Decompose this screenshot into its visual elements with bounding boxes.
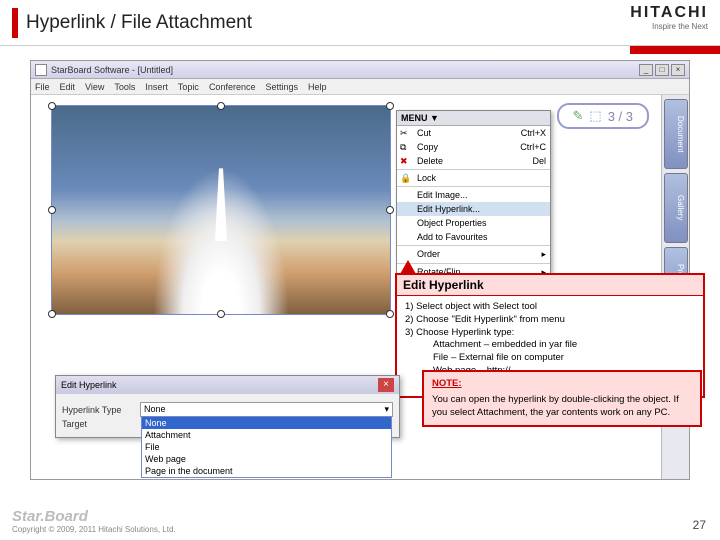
menu-settings[interactable]: Settings bbox=[265, 82, 298, 92]
edit-hyperlink-dialog: Edit Hyperlink × Hyperlink Type None ▾ No… bbox=[55, 375, 400, 438]
ctx-add-favourites[interactable]: Add to Favourites bbox=[397, 230, 550, 244]
menu-help[interactable]: Help bbox=[308, 82, 327, 92]
resize-handle[interactable] bbox=[386, 102, 394, 110]
slide-title-bar: Hyperlink / File Attachment bbox=[0, 0, 720, 46]
footer-brand: Star.Board bbox=[12, 508, 176, 525]
ctx-delete[interactable]: ✖DeleteDel bbox=[397, 154, 550, 168]
option-attachment[interactable]: Attachment bbox=[142, 429, 391, 441]
resize-handle[interactable] bbox=[48, 102, 56, 110]
resize-handle[interactable] bbox=[48, 206, 56, 214]
callout-title: Edit Hyperlink bbox=[397, 275, 703, 296]
menu-edit[interactable]: Edit bbox=[60, 82, 76, 92]
context-menu: MENU ▼ ✂CutCtrl+X ⧉CopyCtrl+C ✖DeleteDel… bbox=[396, 110, 551, 281]
label-target: Target bbox=[62, 419, 132, 429]
note-title: NOTE: bbox=[432, 378, 692, 391]
option-page[interactable]: Page in the document bbox=[142, 465, 391, 477]
resize-handle[interactable] bbox=[386, 206, 394, 214]
separator bbox=[397, 169, 550, 170]
step-2: 2) Choose "Edit Hyperlink" from menu bbox=[405, 314, 695, 327]
type-file: File – External file on computer bbox=[433, 352, 695, 365]
select-value: None bbox=[144, 404, 166, 414]
slide-title: Hyperlink / File Attachment bbox=[26, 12, 252, 34]
hyperlink-type-select[interactable]: None▾ None Attachment File Web page Page… bbox=[140, 402, 393, 417]
side-tab-document[interactable]: Document bbox=[664, 99, 688, 169]
ctx-lock[interactable]: 🔒Lock bbox=[397, 171, 550, 185]
slide-number: 27 bbox=[693, 518, 706, 532]
delete-icon: ✖ bbox=[400, 156, 411, 167]
menu-insert[interactable]: Insert bbox=[145, 82, 168, 92]
select-dropdown: None Attachment File Web page Page in th… bbox=[141, 416, 392, 478]
footer: Star.Board Copyright © 2009, 2011 Hitach… bbox=[12, 508, 176, 534]
resize-handle[interactable] bbox=[386, 310, 394, 318]
option-none[interactable]: None bbox=[142, 417, 391, 429]
menu-topic[interactable]: Topic bbox=[178, 82, 199, 92]
minimize-button[interactable]: _ bbox=[639, 64, 653, 76]
dialog-title: Edit Hyperlink bbox=[61, 380, 117, 390]
separator bbox=[397, 245, 550, 246]
menu-file[interactable]: File bbox=[35, 82, 50, 92]
page-icon: ⬚ bbox=[589, 108, 601, 124]
app-menubar: File Edit View Tools Insert Topic Confer… bbox=[31, 79, 689, 95]
resize-handle[interactable] bbox=[217, 102, 225, 110]
lock-icon: 🔒 bbox=[400, 173, 411, 184]
label-hyperlink-type: Hyperlink Type bbox=[62, 405, 132, 415]
page-count: 3 / 3 bbox=[608, 109, 633, 124]
copy-icon: ⧉ bbox=[400, 142, 411, 153]
separator bbox=[397, 186, 550, 187]
red-accent-strip bbox=[630, 46, 720, 54]
dialog-titlebar: Edit Hyperlink × bbox=[56, 376, 399, 394]
type-attachment: Attachment – embedded in yar file bbox=[433, 339, 695, 352]
note-callout: NOTE: You can open the hyperlink by doub… bbox=[422, 370, 702, 427]
cut-icon: ✂ bbox=[400, 128, 411, 139]
ctx-cut[interactable]: ✂CutCtrl+X bbox=[397, 126, 550, 140]
separator bbox=[397, 263, 550, 264]
dialog-close-button[interactable]: × bbox=[378, 378, 394, 392]
menu-tools[interactable]: Tools bbox=[114, 82, 135, 92]
selected-image-object[interactable] bbox=[51, 105, 391, 315]
ctx-edit-image[interactable]: Edit Image... bbox=[397, 188, 550, 202]
chevron-down-icon: ▾ bbox=[384, 404, 389, 415]
step-1: 1) Select object with Select tool bbox=[405, 301, 695, 314]
step-3: 3) Choose Hyperlink type: bbox=[405, 327, 695, 340]
option-webpage[interactable]: Web page bbox=[142, 453, 391, 465]
ctx-edit-hyperlink[interactable]: Edit Hyperlink... bbox=[397, 202, 550, 216]
accent-bar bbox=[12, 8, 18, 38]
option-file[interactable]: File bbox=[142, 441, 391, 453]
note-body: You can open the hyperlink by double-cli… bbox=[432, 394, 692, 420]
resize-handle[interactable] bbox=[217, 310, 225, 318]
resize-handle[interactable] bbox=[48, 310, 56, 318]
menu-view[interactable]: View bbox=[85, 82, 104, 92]
rocket-image bbox=[52, 106, 390, 314]
menu-conference[interactable]: Conference bbox=[209, 82, 256, 92]
copyright: Copyright © 2009, 2011 Hitachi Solutions… bbox=[12, 525, 176, 534]
maximize-button[interactable]: □ bbox=[655, 64, 669, 76]
app-titlebar: StarBoard Software - [Untitled] _ □ × bbox=[31, 61, 689, 79]
page-indicator: ✎ ⬚ 3 / 3 bbox=[557, 103, 650, 129]
app-icon bbox=[35, 64, 47, 76]
logo-text: HITACHI bbox=[630, 4, 708, 22]
brand-logo: HITACHI Inspire the Next bbox=[630, 4, 708, 31]
callout-arrow-icon bbox=[400, 260, 416, 274]
logo-tagline: Inspire the Next bbox=[630, 22, 708, 31]
side-tab-gallery[interactable]: Gallery bbox=[664, 173, 688, 243]
ctx-copy[interactable]: ⧉CopyCtrl+C bbox=[397, 140, 550, 154]
context-menu-header: MENU ▼ bbox=[397, 111, 550, 126]
ctx-order[interactable]: Order▸ bbox=[397, 247, 550, 262]
pencil-icon: ✎ bbox=[573, 108, 584, 124]
ctx-object-properties[interactable]: Object Properties bbox=[397, 216, 550, 230]
app-window-title: StarBoard Software - [Untitled] bbox=[51, 65, 173, 75]
close-button[interactable]: × bbox=[671, 64, 685, 76]
